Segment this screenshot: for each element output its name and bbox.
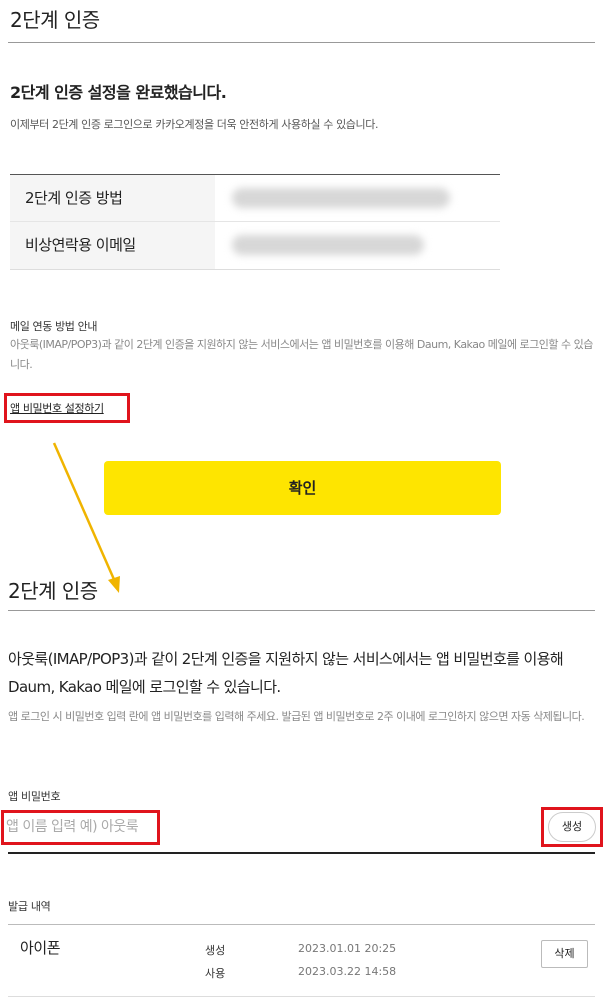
title-divider xyxy=(8,42,595,43)
app-password-page-title: 2단계 인증 xyxy=(8,579,98,603)
device-name: 아이폰 xyxy=(20,939,61,957)
app-password-description: 아웃룩(IMAP/POP3)과 같이 2단계 인증을 지원하지 않는 서비스에서… xyxy=(8,650,564,696)
app-password-note: 앱 로그인 시 비밀번호 입력 란에 앱 비밀번호를 입력해 주세요. 발급된 … xyxy=(8,710,585,723)
history-bottom-border xyxy=(8,996,595,997)
auth-method-row: 2단계 인증 방법 xyxy=(10,175,500,222)
auth-method-value-blurred xyxy=(232,188,450,208)
settings-summary-table: 2단계 인증 방법 비상연락용 이메일 xyxy=(10,174,500,270)
history-top-border xyxy=(8,924,595,925)
mail-guide-body: 아웃룩(IMAP/POP3)과 같이 2단계 인증을 지원하지 않는 서비스에서… xyxy=(10,338,593,371)
created-timestamp: 2023.01.01 20:25 xyxy=(298,942,397,955)
highlight-box-create-button xyxy=(541,807,603,847)
recovery-email-row: 비상연락용 이메일 xyxy=(10,222,500,269)
mail-guide-title: 메일 연동 방법 안내 xyxy=(10,320,98,333)
delete-button[interactable]: 삭제 xyxy=(541,940,588,968)
auth-method-label: 2단계 인증 방법 xyxy=(10,175,215,221)
recovery-email-value-blurred xyxy=(232,235,424,255)
completion-subline: 이제부터 2단계 인증 로그인으로 카카오계정을 더욱 안전하게 사용하실 수 … xyxy=(10,118,379,131)
used-timestamp: 2023.03.22 14:58 xyxy=(298,965,397,978)
highlight-box-app-name-input xyxy=(1,810,160,845)
created-label: 생성 xyxy=(205,944,226,957)
input-underline xyxy=(8,852,595,854)
confirm-button[interactable]: 확인 xyxy=(104,461,501,515)
app-password-label: 앱 비밀번호 xyxy=(8,790,61,803)
section-divider xyxy=(8,610,595,611)
recovery-email-label: 비상연락용 이메일 xyxy=(10,222,215,269)
highlight-box-app-password-link xyxy=(4,393,130,423)
issued-history-label: 발급 내역 xyxy=(8,900,51,913)
used-label: 사용 xyxy=(205,967,226,980)
completion-headline: 2단계 인증 설정을 완료했습니다. xyxy=(10,83,227,102)
page-title: 2단계 인증 xyxy=(10,8,100,32)
